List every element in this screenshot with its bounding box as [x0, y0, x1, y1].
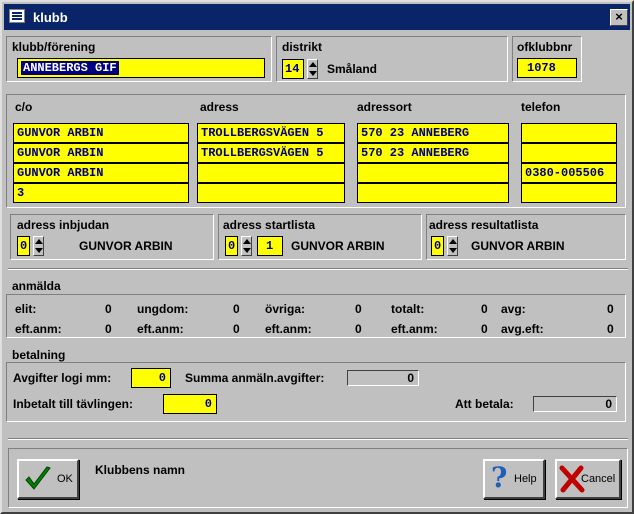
resultatlista-number-input[interactable]: 0: [431, 236, 444, 256]
telefon-header: telefon: [521, 100, 561, 114]
totalt-label: totalt:: [391, 302, 425, 316]
anmalda-section: elit: 0 ungdom: 0 övriga: 0 totalt: 0 av…: [6, 294, 626, 338]
startlista-second-input[interactable]: 1: [257, 236, 283, 256]
adressort-field-2[interactable]: 570 23 ANNEBERG: [357, 143, 509, 163]
att-betala-label: Att betala:: [455, 397, 514, 411]
startlista-spinner[interactable]: [241, 236, 252, 256]
title-bar: klubb ×: [4, 4, 630, 30]
startlista-name: GUNVOR ARBIN: [291, 239, 385, 253]
elit-label: elit:: [15, 302, 37, 316]
status-text: Klubbens namn: [95, 463, 186, 477]
avg-value: 0: [607, 302, 614, 316]
eftanm-value-4: 0: [481, 322, 488, 336]
ofklubbnr-label: ofklubbnr: [517, 40, 573, 54]
cancel-label: Cancel: [581, 473, 616, 485]
inbjudan-name: GUNVOR ARBIN: [79, 239, 173, 253]
adress-field-4[interactable]: [197, 183, 345, 203]
resultatlista-name: GUNVOR ARBIN: [471, 239, 565, 253]
avg-label: avg:: [501, 302, 526, 316]
adress-field-1[interactable]: TROLLBERGSVÄGEN 5: [197, 123, 345, 143]
ok-label: OK: [57, 473, 73, 485]
logi-input[interactable]: 0: [131, 368, 171, 388]
adress-header: adress: [200, 100, 239, 114]
eftanm-value-3: 0: [355, 322, 362, 336]
close-button[interactable]: ×: [610, 9, 628, 26]
telefon-field-4[interactable]: [521, 183, 617, 203]
eftanm-label-4: eft.anm:: [391, 322, 438, 336]
inbetalt-input[interactable]: 0: [163, 394, 217, 414]
district-group: distrikt 14 Småland: [276, 36, 508, 82]
telefon-field-1[interactable]: [521, 123, 617, 143]
resultatlista-group: adress resultatlista 0 GUNVOR ARBIN: [426, 214, 626, 260]
window-title: klubb: [33, 10, 68, 25]
resultatlista-label: adress resultatlista: [429, 218, 539, 232]
adress-field-2[interactable]: TROLLBERGSVÄGEN 5: [197, 143, 345, 163]
district-spinner[interactable]: [307, 59, 318, 79]
app-icon: [9, 9, 25, 23]
footer-panel: OK Klubbens namn ? Help Cancel: [8, 448, 628, 508]
betalning-section: Avgifter logi mm: 0 Summa anmäln.avgifte…: [6, 362, 626, 422]
inbjudan-group: adress inbjudan 0 GUNVOR ARBIN: [10, 214, 214, 260]
adress-field-3[interactable]: [197, 163, 345, 183]
ok-button[interactable]: OK: [17, 459, 79, 499]
district-number-input[interactable]: 14: [282, 59, 304, 79]
help-button[interactable]: ? Help: [483, 459, 545, 499]
summa-label: Summa anmäln.avgifter:: [185, 371, 325, 385]
inbjudan-label: adress inbjudan: [17, 218, 110, 232]
startlista-label: adress startlista: [223, 218, 316, 232]
ungdom-value: 0: [233, 302, 240, 316]
totalt-value: 0: [481, 302, 488, 316]
club-name-value: ANNEBERGS GIF: [21, 61, 119, 75]
ofklubbnr-group: ofklubbnr 1078: [512, 36, 582, 82]
klubb-dialog: klubb × klubb/förening ANNEBERGS GIF dis…: [0, 0, 634, 514]
adressort-field-3[interactable]: [357, 163, 509, 183]
telefon-field-3[interactable]: 0380-005506: [521, 163, 617, 183]
elit-value: 0: [105, 302, 112, 316]
logi-label: Avgifter logi mm:: [13, 371, 112, 385]
telefon-field-2[interactable]: [521, 143, 617, 163]
co-field-1[interactable]: GUNVOR ARBIN: [13, 123, 189, 143]
adressort-header: adressort: [357, 100, 412, 114]
ovriga-label: övriga:: [265, 302, 306, 316]
club-group: klubb/förening ANNEBERGS GIF: [6, 36, 272, 82]
club-label: klubb/förening: [12, 40, 96, 54]
eftanm-label-2: eft.anm:: [137, 322, 184, 336]
divider: [8, 268, 628, 270]
contact-section: c/o adress adressort telefon GUNVOR ARBI…: [6, 94, 626, 208]
cancel-button[interactable]: Cancel: [555, 459, 621, 499]
eftanm-label-3: eft.anm:: [265, 322, 312, 336]
betalning-label: betalning: [12, 348, 66, 362]
startlista-number-input[interactable]: 0: [225, 236, 238, 256]
inbetalt-label: Inbetalt till tävlingen:: [13, 397, 134, 411]
resultatlista-spinner[interactable]: [447, 236, 458, 256]
avgeft-label: avg.eft:: [501, 322, 544, 336]
ovriga-value: 0: [355, 302, 362, 316]
ofklubbnr-input[interactable]: 1078: [517, 58, 577, 78]
inbjudan-number-input[interactable]: 0: [17, 236, 30, 256]
startlista-group: adress startlista 0 1 GUNVOR ARBIN: [218, 214, 422, 260]
divider: [8, 438, 628, 440]
eftanm-value-2: 0: [233, 322, 240, 336]
district-label: distrikt: [282, 40, 323, 54]
anmalda-label: anmälda: [12, 279, 61, 293]
ungdom-label: ungdom:: [137, 302, 189, 316]
summa-value: 0: [347, 370, 419, 386]
eftanm-value-1: 0: [105, 322, 112, 336]
club-name-input[interactable]: ANNEBERGS GIF: [17, 58, 265, 78]
co-header: c/o: [15, 100, 33, 114]
co-field-3[interactable]: GUNVOR ARBIN: [13, 163, 189, 183]
help-label: Help: [514, 473, 537, 485]
avgeft-value: 0: [607, 322, 614, 336]
att-betala-value: 0: [533, 396, 617, 412]
question-mark-icon: ?: [491, 461, 508, 494]
checkmark-icon: [25, 466, 51, 490]
inbjudan-spinner[interactable]: [33, 236, 44, 256]
adressort-field-1[interactable]: 570 23 ANNEBERG: [357, 123, 509, 143]
eftanm-label-1: eft.anm:: [15, 322, 62, 336]
co-field-4[interactable]: 3: [13, 183, 189, 203]
adressort-field-4[interactable]: [357, 183, 509, 203]
district-name: Småland: [327, 62, 378, 76]
co-field-2[interactable]: GUNVOR ARBIN: [13, 143, 189, 163]
